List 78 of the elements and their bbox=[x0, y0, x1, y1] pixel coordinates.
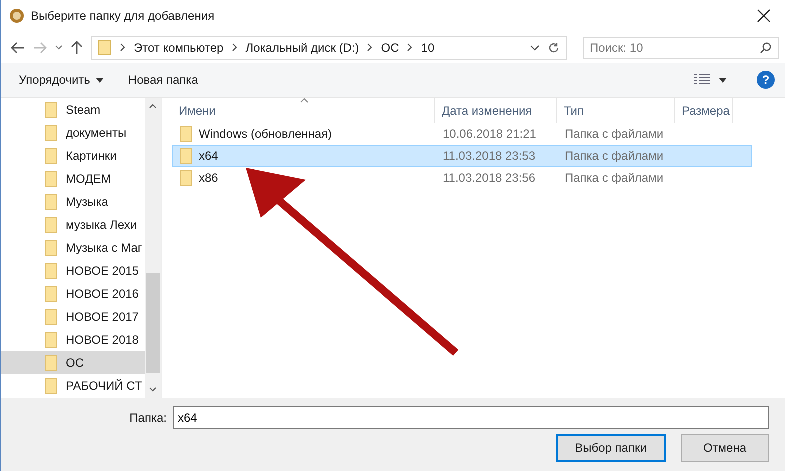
window-title: Выберите папку для добавления bbox=[31, 9, 216, 23]
folder-icon bbox=[45, 194, 57, 210]
organize-button[interactable]: Упорядочить bbox=[11, 69, 112, 91]
folder-icon bbox=[45, 124, 57, 140]
folder-icon bbox=[180, 126, 192, 142]
breadcrumb-item[interactable]: 10 bbox=[421, 40, 435, 54]
scrollbar[interactable] bbox=[145, 98, 161, 398]
back-icon[interactable] bbox=[11, 42, 25, 54]
folder-name-field[interactable]: x64 bbox=[173, 406, 769, 429]
chevron-icon bbox=[120, 43, 126, 52]
folder-icon bbox=[45, 378, 57, 394]
caret-icon bbox=[96, 78, 104, 82]
file-name: x64 bbox=[199, 149, 218, 163]
breadcrumb-item[interactable]: OC bbox=[381, 40, 400, 54]
view-icon[interactable] bbox=[693, 74, 711, 86]
column-header[interactable]: Тип bbox=[557, 98, 675, 123]
sidebar-item[interactable]: Картинки bbox=[1, 144, 145, 167]
folder-label: Папка: bbox=[130, 410, 167, 424]
search-icon bbox=[760, 42, 772, 54]
date-cell-text: 10.06.2018 21:21 bbox=[442, 126, 538, 143]
sidebar-item[interactable]: Музыка bbox=[1, 190, 145, 213]
date-cell-text: 11.03.2018 23:56 bbox=[442, 170, 537, 187]
search-field[interactable]: Поиск: 10 bbox=[583, 36, 779, 58]
folder-icon bbox=[45, 262, 57, 278]
sidebar-item[interactable]: НОВОЕ 2017 bbox=[1, 305, 145, 328]
sidebar-item[interactable]: РАБОЧИЙ СТ bbox=[1, 374, 145, 397]
sidebar-item[interactable]: OC bbox=[1, 351, 145, 374]
breadcrumb-item[interactable]: Локальный диск (D:) bbox=[246, 40, 360, 54]
chevron-icon bbox=[407, 43, 414, 52]
column-header[interactable]: Дата изменения bbox=[435, 98, 557, 123]
type-cell-text: Папка с файлами bbox=[564, 126, 665, 143]
folder-icon bbox=[180, 170, 192, 186]
file-row[interactable]: Windows (обновленная) 10.06.2018 21:21 Папка с файлами bbox=[172, 123, 752, 145]
folder-icon bbox=[45, 354, 57, 370]
type-cell-text: Папка с файлами bbox=[564, 170, 665, 187]
file-name: x86 bbox=[199, 171, 218, 185]
folder-icon bbox=[180, 148, 192, 164]
folder-icon bbox=[45, 332, 57, 348]
sidebar-item[interactable]: НОВОЕ 2018 bbox=[1, 328, 145, 351]
file-row[interactable]: x86 11.03.2018 23:56 Папка с файлами bbox=[172, 167, 752, 189]
folder-icon bbox=[45, 170, 57, 186]
address-bar[interactable]: Этот компьютер Локальный диск (D:) OC 10 bbox=[91, 36, 567, 60]
scroll-down-icon[interactable] bbox=[149, 387, 157, 392]
scroll-up-icon[interactable] bbox=[149, 104, 157, 109]
dropdown-icon[interactable] bbox=[530, 44, 540, 50]
new-folder-button[interactable]: Новая папка bbox=[120, 69, 206, 91]
date-cell-text: 11.03.2018 23:53 bbox=[442, 148, 537, 165]
folder-icon bbox=[45, 308, 57, 324]
sort-icon bbox=[300, 98, 309, 103]
breadcrumb-item[interactable]: Этот компьютер bbox=[134, 40, 224, 54]
sidebar-item[interactable]: НОВОЕ 2015 bbox=[1, 259, 145, 282]
sidebar-item[interactable]: МОДЕМ bbox=[1, 167, 145, 190]
dialog-button[interactable]: Отмена bbox=[681, 434, 769, 462]
help-button[interactable]: ? bbox=[757, 71, 775, 89]
sidebar-item[interactable]: НОВОЕ 2016 bbox=[1, 282, 145, 305]
sidebar-item[interactable]: Steam bbox=[1, 98, 145, 121]
app-icon bbox=[9, 8, 25, 24]
folder-icon bbox=[45, 216, 57, 232]
type-cell-text: Папка с файлами bbox=[564, 148, 665, 165]
chevron-icon bbox=[367, 43, 374, 52]
column-header[interactable]: Размера bbox=[675, 98, 733, 123]
folder-icon bbox=[98, 40, 112, 56]
chevron-icon bbox=[232, 43, 238, 52]
close-icon[interactable] bbox=[757, 9, 771, 23]
folder-icon bbox=[45, 240, 57, 256]
folder-icon bbox=[45, 286, 57, 302]
file-name: Windows (обновленная) bbox=[199, 127, 332, 141]
column-header[interactable]: Имени bbox=[172, 98, 435, 123]
sidebar-item[interactable]: музыка Лехи bbox=[1, 213, 145, 236]
sidebar-item[interactable]: документы bbox=[1, 121, 145, 144]
dialog-button[interactable]: Выбор папки bbox=[556, 434, 666, 462]
refresh-icon[interactable] bbox=[548, 42, 560, 54]
sidebar-item[interactable]: Музыка с Маг bbox=[1, 236, 145, 259]
folder-icon bbox=[45, 102, 57, 118]
up-icon[interactable] bbox=[71, 40, 83, 54]
folder-icon bbox=[45, 148, 57, 164]
file-row[interactable]: x64 11.03.2018 23:53 Папка с файлами bbox=[172, 145, 752, 167]
caret-icon[interactable] bbox=[719, 78, 727, 82]
